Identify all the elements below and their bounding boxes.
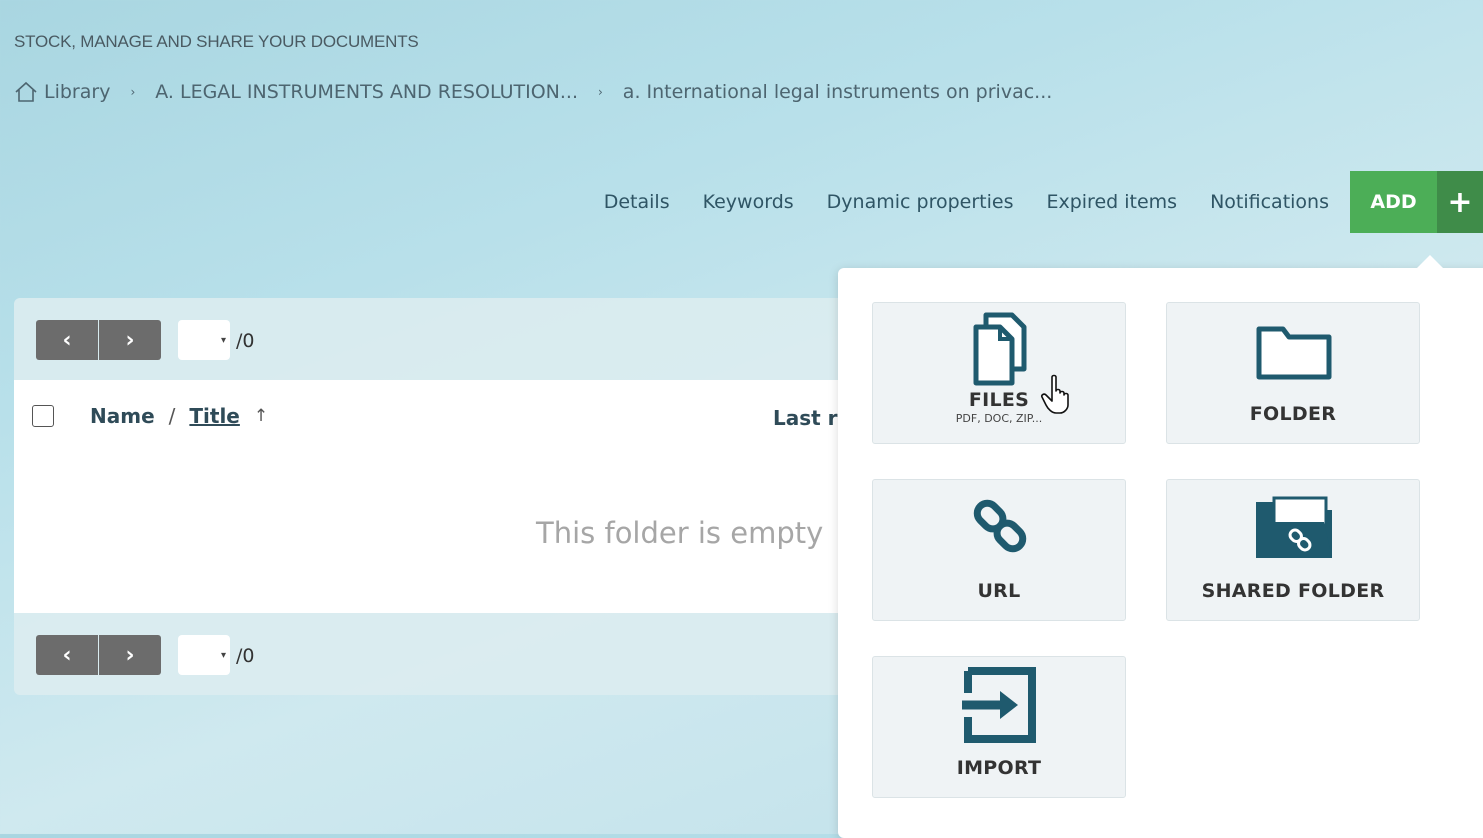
breadcrumb: Library › A. LEGAL INSTRUMENTS AND RESOL… — [14, 80, 1052, 104]
chevron-down-icon: ▾ — [220, 649, 226, 661]
add-shared-folder-tile[interactable]: SHARED FOLDER — [1166, 479, 1420, 621]
shared-folder-label: SHARED FOLDER — [1201, 580, 1385, 602]
list-header: Name / Title ↑ — [32, 404, 268, 428]
folder-icon — [1256, 326, 1332, 380]
pager-buttons: ‹ › — [36, 635, 161, 675]
files-sublabel: PDF, DOC, ZIP... — [955, 412, 1043, 425]
page-select[interactable]: ▾ — [178, 635, 230, 675]
column-title[interactable]: Title — [189, 404, 239, 428]
hand-cursor-icon — [1041, 374, 1069, 414]
add-folder-tile[interactable]: FOLDER — [1166, 302, 1420, 444]
add-import-tile[interactable]: IMPORT — [872, 656, 1126, 798]
pager-bottom: ‹ › ▾ /0 — [14, 613, 894, 695]
breadcrumb-legal-instruments[interactable]: A. LEGAL INSTRUMENTS AND RESOLUTION... — [155, 81, 578, 103]
files-label: FILES — [968, 389, 1030, 411]
tagline: STOCK, MANAGE AND SHARE YOUR DOCUMENTS — [14, 32, 419, 51]
document-list-panel: ‹ › ▾ /0 Name / Title ↑ Last r This fold… — [14, 298, 894, 695]
next-page-button[interactable]: › — [99, 635, 161, 675]
add-url-tile[interactable]: URL — [872, 479, 1126, 621]
url-label: URL — [977, 580, 1021, 602]
breadcrumb-separator: › — [597, 85, 603, 99]
previous-page-button[interactable]: ‹ — [36, 320, 98, 360]
page-total: /0 — [236, 330, 255, 352]
chevron-down-icon: ▾ — [220, 334, 226, 346]
nav-expired-items[interactable]: Expired items — [1046, 191, 1177, 213]
breadcrumb-international-legal[interactable]: a. International legal instruments on pr… — [623, 81, 1052, 103]
shared-folder-icon — [1256, 496, 1332, 558]
import-icon — [962, 667, 1036, 743]
nav-dynamic-properties[interactable]: Dynamic properties — [827, 191, 1014, 213]
nav-details[interactable]: Details — [604, 191, 670, 213]
folder-label: FOLDER — [1249, 403, 1337, 425]
previous-page-button[interactable]: ‹ — [36, 635, 98, 675]
empty-folder-message: This folder is empty — [536, 516, 824, 550]
link-icon — [973, 499, 1027, 553]
column-last-modified[interactable]: Last r — [773, 406, 838, 430]
import-label: IMPORT — [956, 757, 1042, 779]
nav-keywords[interactable]: Keywords — [703, 191, 794, 213]
files-icon — [973, 312, 1027, 386]
pager-top: ‹ › ▾ /0 — [14, 298, 894, 380]
pager-buttons: ‹ › — [36, 320, 161, 360]
document-list: Name / Title ↑ Last r This folder is emp… — [14, 380, 894, 613]
page-total: /0 — [236, 645, 255, 667]
sort-ascending-icon: ↑ — [253, 406, 269, 426]
add-button[interactable]: ADD + — [1350, 171, 1483, 233]
add-button-label[interactable]: ADD — [1350, 171, 1437, 233]
breadcrumb-library[interactable]: Library — [44, 81, 110, 103]
column-name[interactable]: Name — [90, 404, 155, 428]
breadcrumb-separator: › — [130, 85, 136, 99]
select-all-checkbox[interactable] — [32, 405, 54, 427]
column-separator: / — [168, 404, 176, 428]
next-page-button[interactable]: › — [99, 320, 161, 360]
top-navigation: Details Keywords Dynamic properties Expi… — [604, 171, 1483, 233]
add-files-tile[interactable]: FILES PDF, DOC, ZIP... — [872, 302, 1126, 444]
dropdown-caret — [1416, 255, 1444, 269]
home-icon[interactable] — [14, 80, 38, 104]
plus-icon[interactable]: + — [1437, 171, 1483, 233]
add-menu-dropdown: FILES PDF, DOC, ZIP... FOLDER URL SHARED — [838, 255, 1483, 838]
page-select[interactable]: ▾ — [178, 320, 230, 360]
nav-notifications[interactable]: Notifications — [1210, 191, 1329, 213]
